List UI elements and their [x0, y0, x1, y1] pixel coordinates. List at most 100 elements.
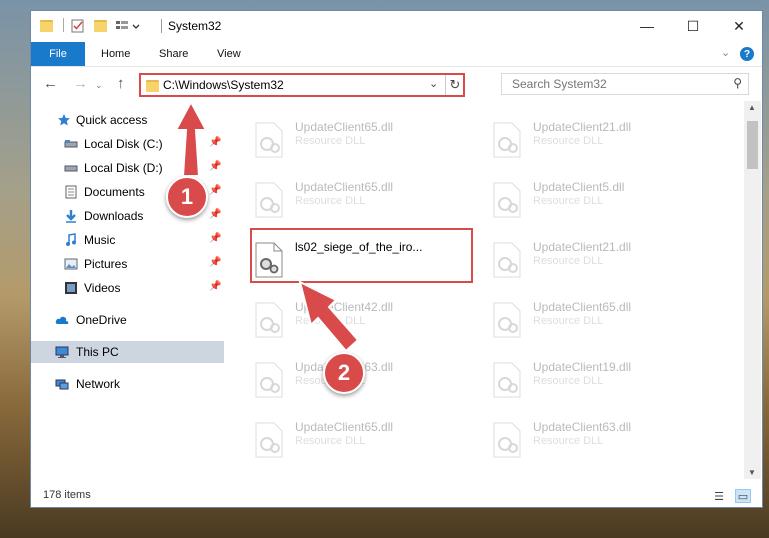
- file-name: UpdateClient65.dll: [295, 120, 394, 134]
- file-item[interactable]: UpdateClient63.dll Resource DLL: [488, 418, 708, 462]
- title-separator: [161, 19, 162, 33]
- sidebar-item-label: Pictures: [84, 257, 128, 271]
- address-path[interactable]: C:\Windows\System32: [163, 78, 284, 92]
- tab-file[interactable]: File: [31, 42, 85, 66]
- properties-icon[interactable]: [71, 18, 85, 34]
- sidebar-item-label: OneDrive: [76, 313, 127, 327]
- file-item[interactable]: UpdateClient21.dll Resource DLL: [488, 118, 708, 162]
- dll-file-icon: [493, 362, 521, 398]
- search-icon[interactable]: ⚲: [733, 76, 742, 90]
- videos-icon: [65, 282, 77, 294]
- file-item[interactable]: UpdateClient65.dll Resource DLL: [250, 118, 470, 162]
- navigation-bar: ← → ⌄ ↑ C:\Windows\System32 ⌄ ↻ ⚲: [31, 67, 762, 101]
- up-button[interactable]: ↑: [117, 75, 125, 92]
- star-icon: [58, 114, 70, 126]
- separator: [63, 18, 64, 32]
- dll-file-icon: [255, 122, 283, 158]
- computer-icon: [55, 346, 69, 358]
- drive-icon: [64, 140, 78, 148]
- sidebar-item-quick-access[interactable]: Quick access: [31, 109, 224, 131]
- help-icon[interactable]: ?: [740, 47, 754, 61]
- sidebar-item-onedrive[interactable]: OneDrive: [31, 309, 224, 331]
- folder-icon: [146, 80, 159, 92]
- file-item[interactable]: UpdateClient19.dll Resource DLL: [488, 358, 708, 402]
- chevron-down-icon[interactable]: ⌄: [429, 77, 438, 90]
- file-item[interactable]: UpdateClient65.dll Resource DLL: [488, 298, 708, 342]
- file-item[interactable]: UpdateClient21.dll Resource DLL: [488, 238, 708, 282]
- address-bar[interactable]: C:\Windows\System32 ⌄ ↻: [139, 73, 465, 97]
- pin-icon[interactable]: 📌: [209, 209, 221, 220]
- file-highlight-box: [250, 228, 473, 283]
- file-name: UpdateClient21.dll: [533, 120, 632, 134]
- minimize-button[interactable]: —: [624, 11, 670, 41]
- sidebar-item-label: Music: [84, 233, 116, 247]
- folder-icon: [40, 18, 53, 34]
- file-type: Resource DLL: [295, 135, 366, 147]
- dll-file-icon: [493, 302, 521, 338]
- vertical-scrollbar[interactable]: ▲ ▼: [744, 101, 761, 479]
- sidebar-item-label: This PC: [76, 345, 119, 359]
- scroll-thumb[interactable]: [747, 121, 758, 169]
- forward-button[interactable]: →: [73, 75, 88, 92]
- status-bar: 178 items ☰ ▭: [31, 486, 762, 507]
- sidebar-item-label: Documents: [84, 185, 145, 199]
- dll-file-icon: [255, 182, 283, 218]
- pin-icon[interactable]: 📌: [209, 257, 221, 268]
- file-item[interactable]: UpdateClient65.dll Resource DLL: [250, 418, 470, 462]
- file-type: Resource DLL: [295, 315, 366, 327]
- pin-icon[interactable]: 📌: [209, 161, 221, 172]
- file-type: Resource DLL: [533, 435, 604, 447]
- tab-share[interactable]: Share: [159, 42, 188, 66]
- pictures-icon: [64, 258, 78, 270]
- close-button[interactable]: ✕: [716, 11, 762, 41]
- tab-view[interactable]: View: [217, 42, 241, 66]
- pin-icon[interactable]: 📌: [209, 137, 221, 148]
- title-bar: System32 — ☐ ✕: [31, 11, 762, 42]
- details-view-icon[interactable]: ☰: [711, 489, 727, 503]
- sidebar-item-this-pc[interactable]: This PC: [31, 341, 224, 363]
- dll-file-icon: [493, 242, 521, 278]
- tiles-view-icon[interactable]: ▭: [735, 489, 751, 503]
- pin-icon[interactable]: 📌: [209, 233, 221, 244]
- file-item[interactable]: UpdateClient5.dll Resource DLL: [488, 178, 708, 222]
- file-type: Resource DLL: [533, 135, 604, 147]
- sidebar-item-label: Local Disk (C:): [84, 137, 163, 151]
- sidebar-item-local-disk-d[interactable]: Local Disk (D:) 📌: [31, 157, 224, 179]
- file-type: Resource DLL: [295, 195, 366, 207]
- pin-icon[interactable]: 📌: [209, 185, 221, 196]
- sidebar-item-label: Network: [76, 377, 121, 391]
- search-input[interactable]: [510, 74, 724, 94]
- new-folder-icon[interactable]: [94, 18, 107, 34]
- dll-file-icon: [493, 122, 521, 158]
- sidebar-item-pictures[interactable]: Pictures 📌: [31, 253, 224, 275]
- dll-file-icon: [493, 422, 521, 458]
- maximize-button[interactable]: ☐: [670, 11, 716, 41]
- sidebar-item-videos[interactable]: Videos 📌: [31, 277, 224, 299]
- network-icon: [55, 379, 69, 390]
- file-list: UpdateClient65.dll Resource DLL UpdateCl…: [224, 101, 744, 479]
- ribbon-tabs: File Home Share View ⌄ ?: [31, 42, 762, 67]
- dll-file-icon: [255, 422, 283, 458]
- customize-toolbar-icon[interactable]: [115, 18, 141, 34]
- file-item[interactable]: UpdateClient65.dll Resource DLL: [250, 178, 470, 222]
- sidebar-item-music[interactable]: Music 📌: [31, 229, 224, 251]
- expand-ribbon-icon[interactable]: ⌄: [721, 46, 730, 59]
- file-name: UpdateClient5.dll: [533, 180, 625, 194]
- scroll-down-icon[interactable]: ▼: [748, 468, 756, 477]
- tab-home[interactable]: Home: [101, 42, 130, 66]
- file-type: Resource DLL: [533, 195, 604, 207]
- refresh-icon[interactable]: ↻: [445, 75, 464, 95]
- recent-locations-icon[interactable]: ⌄: [95, 80, 103, 91]
- sidebar-item-network[interactable]: Network: [31, 373, 224, 395]
- scroll-up-icon[interactable]: ▲: [748, 103, 756, 112]
- file-item[interactable]: UpdateClient42.dll Resource DLL: [250, 298, 470, 342]
- search-box[interactable]: ⚲: [501, 73, 749, 95]
- dll-file-icon: [493, 182, 521, 218]
- file-name: UpdateClient63.dll: [533, 420, 632, 434]
- music-icon: [66, 233, 76, 246]
- pin-icon[interactable]: 📌: [209, 281, 221, 292]
- file-type: Resource DLL: [295, 435, 366, 447]
- sidebar-item-local-disk-c[interactable]: Local Disk (C:) 📌: [31, 133, 224, 155]
- back-button[interactable]: ←: [43, 75, 58, 92]
- file-type: Resource DLL: [533, 255, 604, 267]
